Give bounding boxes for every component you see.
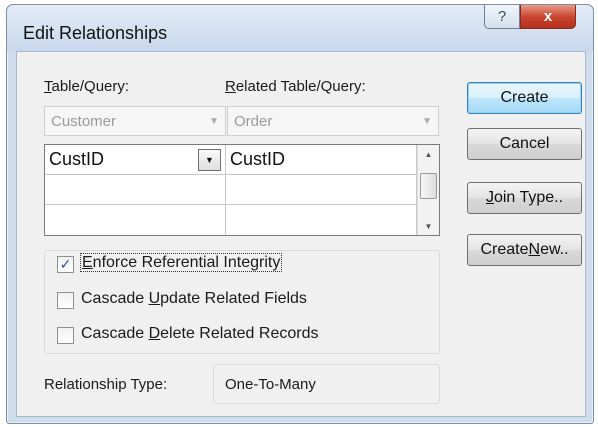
enforce-integrity-checkbox[interactable]: ✓ [57, 256, 74, 273]
relationship-type-label: Relationship Type: [44, 376, 168, 393]
grid-cell-right[interactable]: CustID [226, 145, 417, 175]
create-button[interactable]: Create [467, 82, 582, 114]
table-query-label: Table/Query: [44, 78, 130, 95]
scroll-down-icon[interactable]: ▼ [418, 217, 439, 235]
related-table-query-select[interactable]: Order ▼ [227, 106, 439, 136]
check-icon: ✓ [59, 256, 72, 272]
related-table-query-label: Related Table/Query: [225, 78, 366, 95]
grid-cell-left[interactable] [45, 205, 226, 235]
close-icon: x [543, 8, 553, 25]
cancel-button[interactable]: Cancel [467, 128, 582, 160]
help-icon: ? [497, 8, 507, 25]
enforce-integrity-label[interactable]: Enforce Referential Integrity [79, 253, 283, 272]
table-query-value: Customer [51, 113, 117, 130]
join-type-button[interactable]: Join Type.. [467, 182, 582, 214]
chevron-down-icon: ▼ [209, 116, 219, 127]
create-new-button[interactable]: Create New.. [467, 234, 582, 266]
close-button[interactable]: x [520, 5, 576, 29]
cascade-delete-label[interactable]: Cascade Delete Related Records [81, 325, 318, 343]
window-title: Edit Relationships [23, 23, 168, 43]
field-mapping-grid: CustID ▼ CustID ▲ ▼ [44, 144, 440, 236]
grid-cell-left[interactable]: CustID ▼ [45, 145, 226, 175]
field-dropdown-button[interactable]: ▼ [198, 149, 221, 171]
chevron-down-icon: ▼ [205, 155, 214, 165]
scroll-thumb[interactable] [420, 173, 437, 199]
grid-cell-right[interactable] [226, 205, 417, 235]
relationship-type-value: One-To-Many [225, 376, 316, 393]
scroll-up-icon[interactable]: ▲ [418, 145, 439, 163]
help-button[interactable]: ? [484, 5, 520, 29]
dialog-body: Table/Query: Related Table/Query: Custom… [16, 51, 586, 417]
cascade-update-label[interactable]: Cascade Update Related Fields [81, 290, 307, 308]
title-bar: Edit Relationships ? x [7, 5, 593, 51]
chevron-down-icon: ▼ [422, 116, 432, 127]
cascade-update-checkbox[interactable] [57, 292, 74, 309]
grid-cell-right[interactable] [226, 175, 417, 205]
grid-scrollbar[interactable]: ▲ ▼ [417, 145, 439, 235]
edit-relationships-dialog: Edit Relationships ? x Table/Query: Rela… [6, 4, 594, 424]
cascade-delete-checkbox[interactable] [57, 327, 74, 344]
related-table-query-value: Order [234, 113, 273, 130]
table-query-select[interactable]: Customer ▼ [44, 106, 226, 136]
grid-cell-left[interactable] [45, 175, 226, 205]
